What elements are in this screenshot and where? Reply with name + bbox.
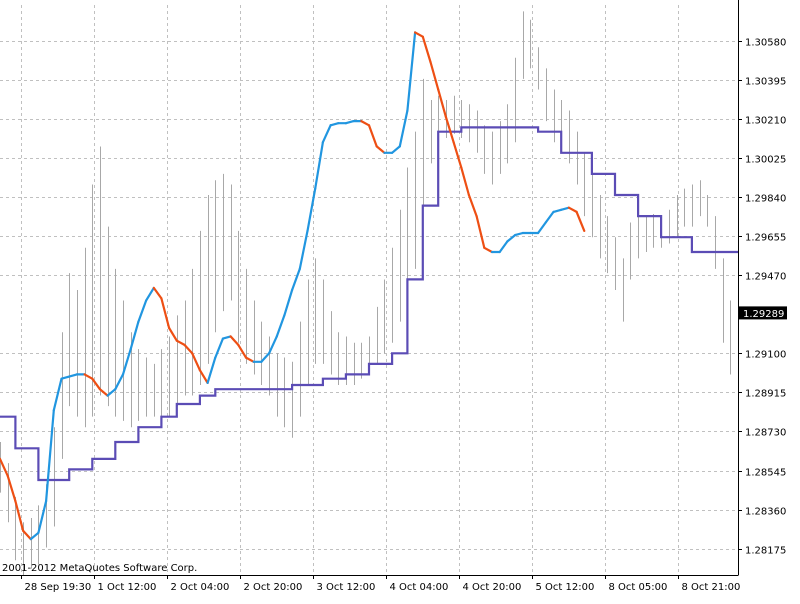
ma-segment [483,246,494,254]
ma-segment [513,231,524,237]
ma-segment [398,109,409,148]
ma-segment [229,335,240,346]
ma-segment [22,529,32,541]
ma-segment [544,210,555,224]
ma-segment [414,31,424,38]
ma-segment [237,343,248,359]
x-tick-label: 4 Oct 04:00 [390,582,449,593]
y-tick-label: 1.28175 [745,546,786,557]
chart-svg: 1.28175 1.28360 1.28545 1.28730 1.28915 1.291… [0,0,787,593]
copyright-text: 2001-2012 MetaQuotes Software Corp. [2,563,197,574]
x-tick-label: 2 Oct 04:00 [171,582,230,593]
ma-segment [444,115,455,144]
ma-segment [429,60,440,91]
y-tick-label: 1.28360 [745,507,786,518]
ma-segment [198,369,209,384]
ma-segment [121,348,132,376]
x-tick-label: 5 Oct 12:00 [536,582,595,593]
x-tick-label: 28 Sep 19:30 [25,582,92,593]
ma-segment [0,457,9,477]
ma-segment [114,373,125,391]
ma-segment [321,124,332,144]
ma-segment [314,141,324,190]
moving-average-layer [0,31,586,541]
ma-segment [137,299,148,323]
ma-segment [68,373,79,378]
step-line [0,126,738,482]
y-tick-label: 1.30395 [745,77,786,88]
step-line-layer [0,126,738,482]
ma-segment [329,122,340,127]
ma-segment [44,409,55,503]
ma-segment [244,356,255,363]
y-tick-label: 1.28730 [745,428,786,439]
ma-segment [391,145,401,154]
ma-segment [367,124,378,148]
ma-segment [475,215,486,249]
ma-segment [306,187,317,232]
axis-layer: 1.28175 1.28360 1.28545 1.28730 1.28915 1.291… [0,0,786,593]
y-tick-label: 1.30025 [745,155,786,166]
ma-segment [437,88,447,119]
ma-segment [37,500,48,534]
x-tick-label: 4 Oct 20:00 [463,582,522,593]
ma-segment [498,240,509,254]
ma-segment [406,31,417,112]
y-tick-label: 1.30210 [745,116,786,127]
ma-segment [98,388,109,397]
ma-segment [460,166,470,197]
ma-segment [575,210,586,232]
ma-segment [152,286,163,300]
ma-segment [168,326,178,342]
ma-segment [421,35,432,64]
chart: 1.28175 1.28360 1.28545 1.28730 1.28915 1.291… [0,0,800,600]
ma-segment [275,314,286,338]
ma-segment [360,119,371,127]
ma-segment [567,206,578,213]
ma-segment [145,286,155,302]
x-tick-label: 2 Oct 20:00 [244,582,303,593]
y-tick-label: 1.29100 [745,350,786,361]
ma-segment [52,377,63,412]
ma-segment [91,377,102,391]
y-tick-label: 1.29470 [745,272,786,283]
ma-segment [552,208,563,213]
grid-layer [0,5,738,575]
y-tick-label: 1.29840 [745,194,786,205]
ma-segment [344,119,355,125]
ma-segment [560,206,571,211]
x-tick-label: 8 Oct 21:00 [682,582,741,593]
y-tick-label: 1.29655 [745,233,786,244]
ma-segment [536,221,547,235]
ma-segment [260,352,271,363]
y-tick-label: 1.30580 [745,38,786,49]
ma-segment [221,335,232,340]
ma-segment [191,352,201,372]
x-tick-label: 8 Oct 05:00 [609,582,668,593]
x-tick-label: 3 Oct 12:00 [317,582,376,593]
ma-segment [452,141,463,169]
ma-segment [214,337,224,359]
x-tick-label: 1 Oct 12:00 [98,582,157,593]
price-bars [0,11,731,575]
current-price-tag-text: 1.29289 [743,309,784,320]
ma-segment [268,335,278,355]
y-tick-label: 1.28915 [745,389,786,400]
current-price-tag: 1.29289 [739,306,787,320]
ma-segment [375,145,386,154]
y-tick-label: 1.28545 [745,468,786,479]
ma-segment [283,288,294,317]
ma-segment [291,267,301,292]
ma-segment [467,193,478,218]
